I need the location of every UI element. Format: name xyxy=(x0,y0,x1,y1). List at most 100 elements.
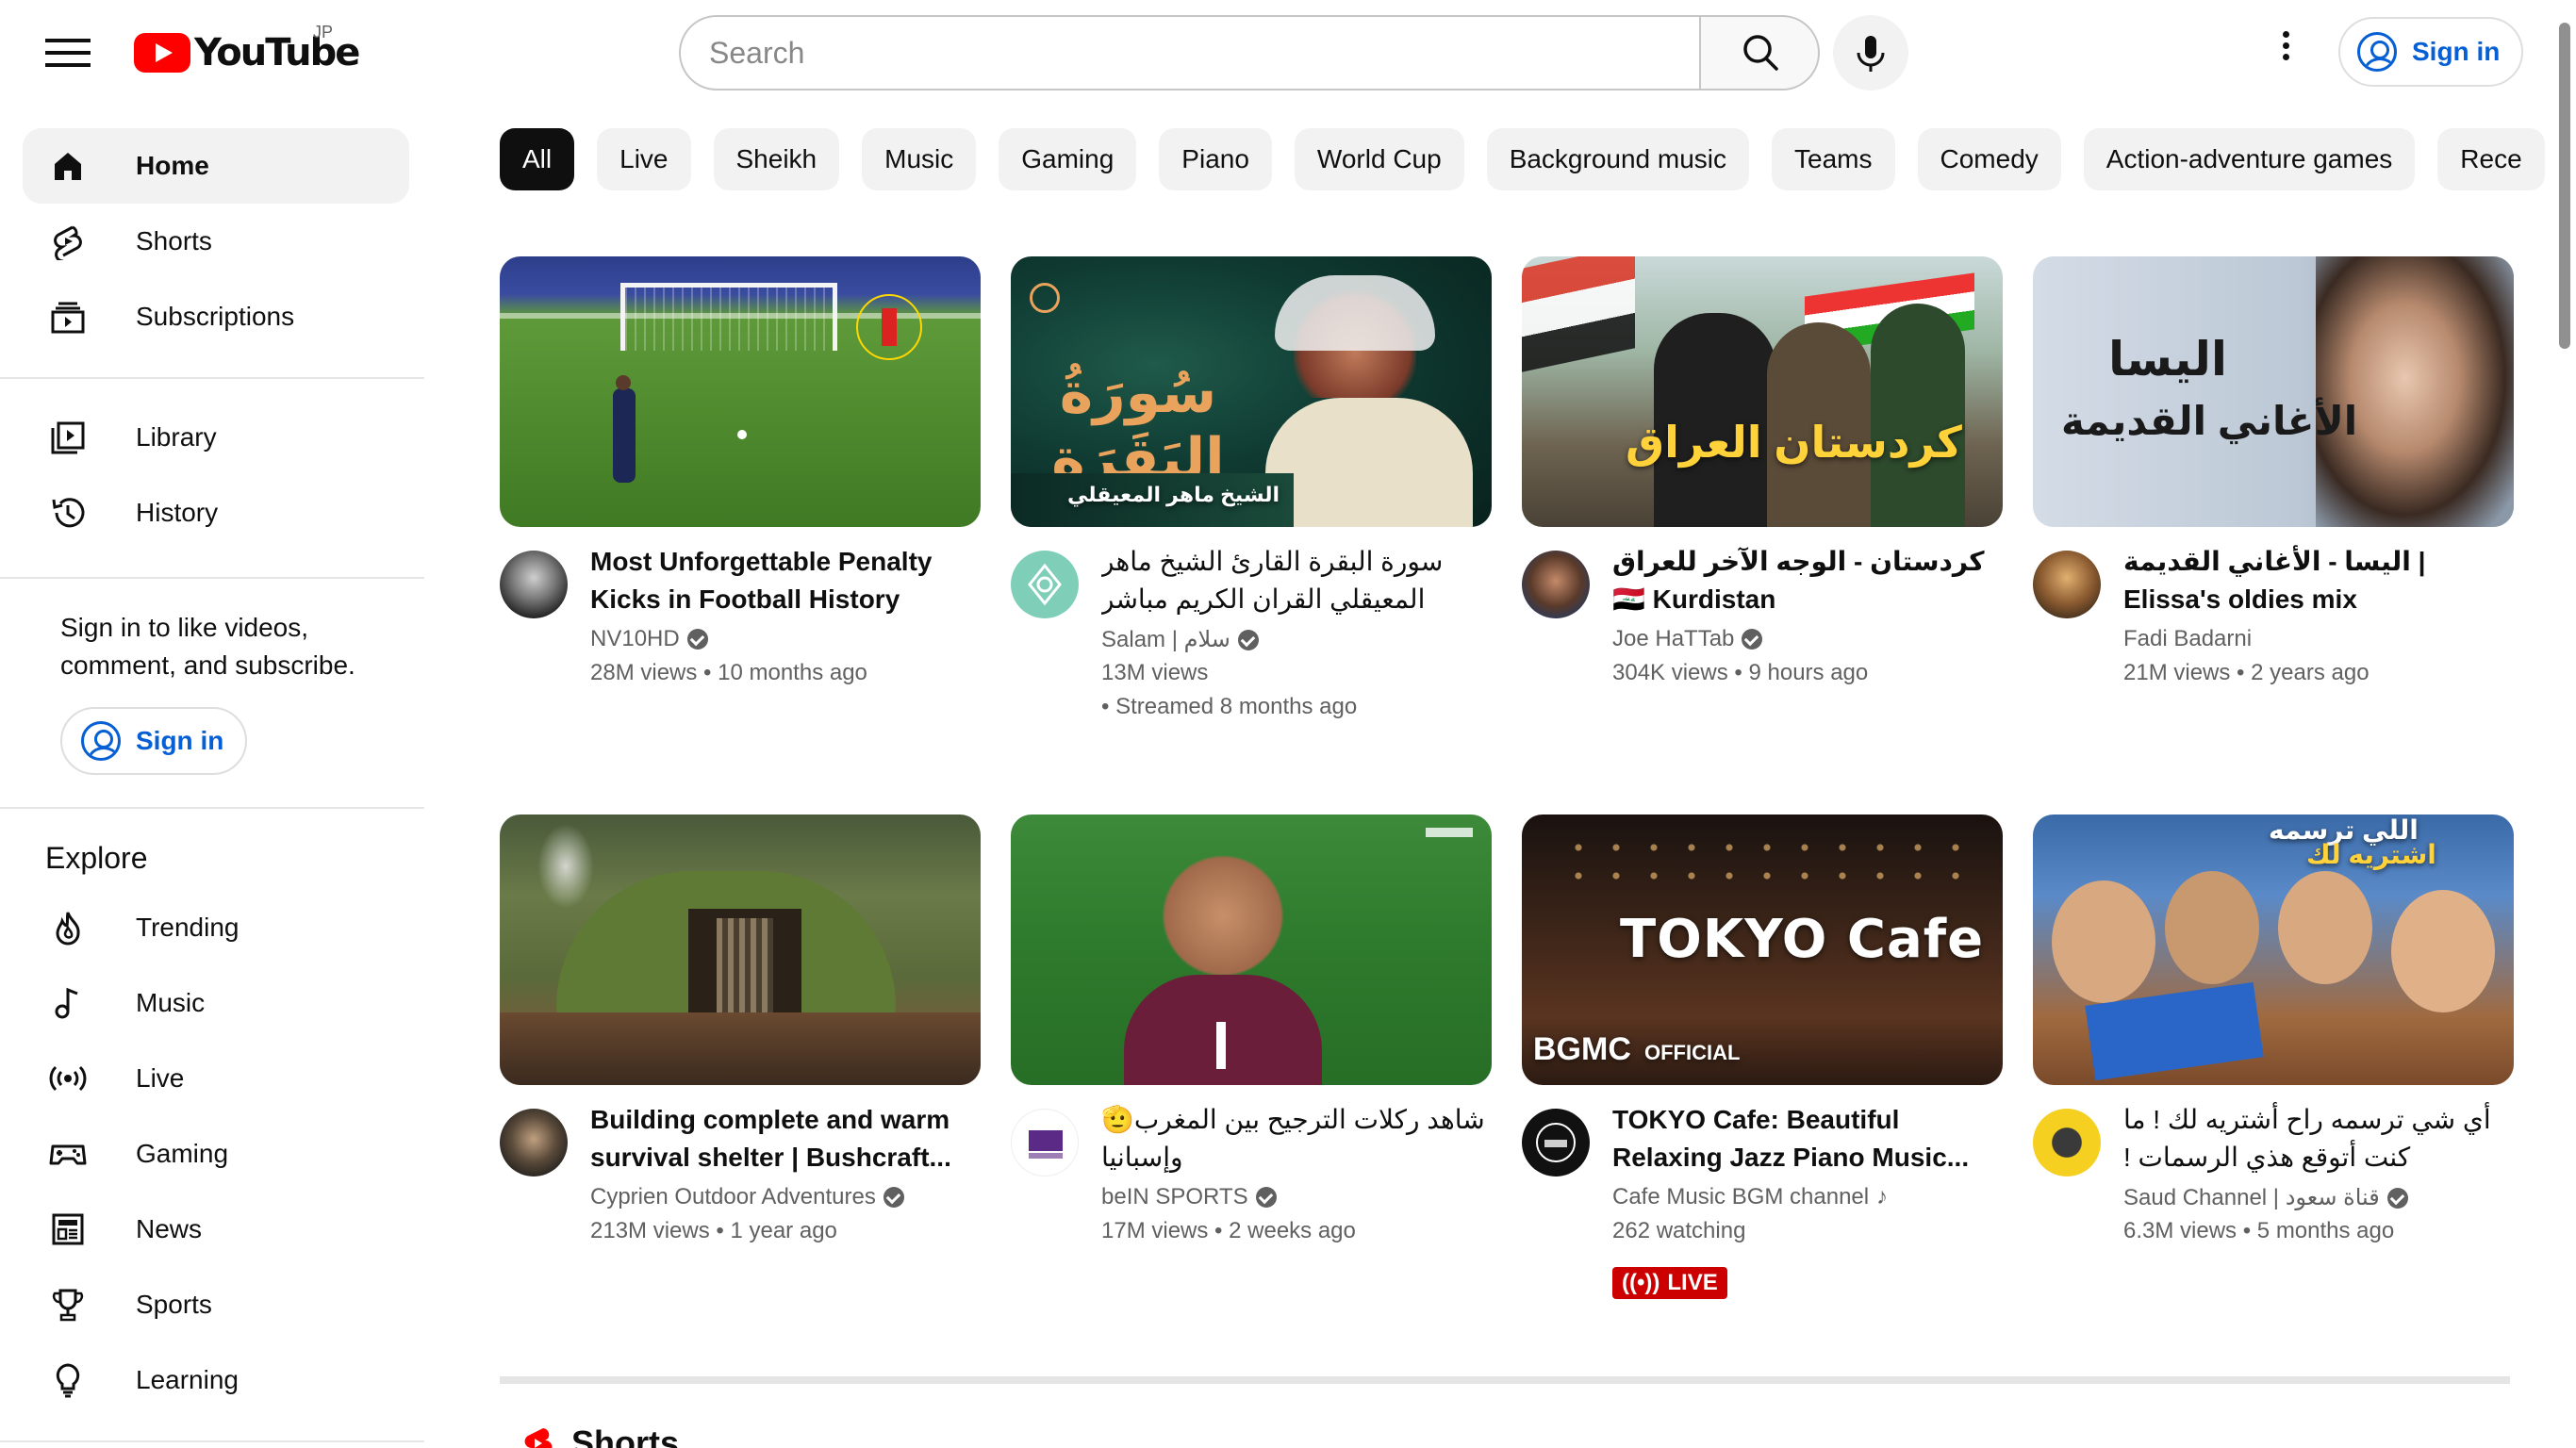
video-card[interactable]: شاهد ركلات الترجيح بين المغرب🫡 وإسبانيا … xyxy=(1011,814,1492,1243)
sidebar-item-label: Gaming xyxy=(136,1139,229,1168)
video-thumbnail[interactable]: اللي ترسمه اشتريه لك xyxy=(2033,814,2514,1085)
video-thumbnail[interactable] xyxy=(500,256,981,527)
video-meta: • Streamed 8 months ago xyxy=(1101,694,1358,719)
thumbnail-subtitle: الأغاني القديمة xyxy=(2061,399,2358,443)
sidebar-item-library[interactable]: Library xyxy=(23,400,409,475)
channel-avatar[interactable] xyxy=(1011,1109,1079,1176)
video-title[interactable]: اليسا - الأغاني القديمة | Elissa's oldie… xyxy=(2123,543,2510,618)
video-title[interactable]: TOKYO Cafe: Beautiful Relaxing Jazz Pian… xyxy=(1612,1101,1999,1176)
gaming-icon xyxy=(47,1133,89,1175)
chip-teams[interactable]: Teams xyxy=(1772,128,1895,190)
video-title[interactable]: Building complete and warm survival shel… xyxy=(590,1101,977,1176)
music-icon xyxy=(47,982,89,1024)
voice-search-button[interactable] xyxy=(1833,15,1908,90)
channel-name[interactable]: Salam | سلام xyxy=(1101,626,1259,653)
channel-avatar[interactable] xyxy=(1522,551,1590,618)
video-title[interactable]: سورة البقرة القارئ الشيخ ماهر المعيقلي ا… xyxy=(1101,543,1488,618)
video-thumbnail[interactable] xyxy=(500,814,981,1085)
video-meta: 21M views • 2 years ago xyxy=(2123,660,2370,685)
video-title[interactable]: شاهد ركلات الترجيح بين المغرب🫡 وإسبانيا xyxy=(1101,1101,1488,1176)
sidebar-item-home[interactable]: Home xyxy=(23,128,409,204)
video-card[interactable]: Building complete and warm survival shel… xyxy=(500,814,981,1243)
search-input[interactable] xyxy=(679,15,1699,90)
live-broadcast-icon: ((•)) xyxy=(1622,1270,1660,1295)
channel-avatar[interactable] xyxy=(2033,1109,2101,1176)
shorts-logo-icon xyxy=(524,1428,553,1448)
search-button[interactable] xyxy=(1699,15,1820,90)
sidebar-sign-in-button[interactable]: Sign in xyxy=(60,707,247,775)
video-thumbnail[interactable]: سُورَةُ البَقَرَة الشيخ ماهر المعيقلي xyxy=(1011,256,1492,527)
news-icon xyxy=(47,1209,89,1250)
video-thumbnail[interactable] xyxy=(1011,814,1492,1085)
video-title[interactable]: Most Unforgettable Penalty Kicks in Foot… xyxy=(590,543,977,618)
channel-name[interactable]: Cafe Music BGM channel ♪ xyxy=(1612,1184,1888,1210)
sidebar-item-live[interactable]: Live xyxy=(23,1041,409,1116)
video-title[interactable]: أي شي ترسمه راح أشتريه لك ! ما كنت أتوقع… xyxy=(2123,1101,2510,1176)
sidebar-item-gaming[interactable]: Gaming xyxy=(23,1116,409,1192)
video-card[interactable]: سُورَةُ البَقَرَة الشيخ ماهر المعيقلي سو… xyxy=(1011,256,1492,719)
channel-name[interactable]: NV10HD xyxy=(590,626,708,652)
menu-icon[interactable] xyxy=(41,32,94,72)
sidebar-item-label: Live xyxy=(136,1063,185,1093)
channel-avatar[interactable] xyxy=(500,1109,568,1176)
video-thumbnail[interactable]: اليسا الأغاني القديمة xyxy=(2033,256,2514,527)
chip-music[interactable]: Music xyxy=(862,128,977,190)
sidebar-item-sports[interactable]: Sports xyxy=(23,1267,409,1342)
thumbnail-title: TOKYO Cafe xyxy=(1620,909,1985,970)
chip-all[interactable]: All xyxy=(500,128,575,190)
chip-comedy[interactable]: Comedy xyxy=(1917,128,2061,190)
chip-action-adventure-games[interactable]: Action-adventure games xyxy=(2083,128,2416,190)
channel-name-text: Fadi Badarni xyxy=(2123,626,2253,651)
sidebar-item-music[interactable]: Music xyxy=(23,965,409,1041)
video-card[interactable]: كردستان العراق كردستان - الوجه الآخر للع… xyxy=(1522,256,2003,685)
lightbulb-icon xyxy=(47,1359,89,1401)
section-divider xyxy=(500,1376,2510,1384)
channel-avatar[interactable] xyxy=(2033,551,2101,618)
chip-background-music[interactable]: Background music xyxy=(1486,128,1750,190)
view-count: 6.3M views xyxy=(2123,1218,2237,1243)
channel-avatar[interactable] xyxy=(500,551,568,618)
video-title[interactable]: كردستان - الوجه الآخر للعراق 🇮🇶 Kurdista… xyxy=(1612,543,1999,618)
channel-avatar[interactable] xyxy=(1522,1109,1590,1176)
chip-sheikh[interactable]: Sheikh xyxy=(713,128,840,190)
upload-age: 5 months ago xyxy=(2256,1218,2395,1243)
video-thumbnail[interactable]: TOKYO Cafe BGMC OFFICIAL xyxy=(1522,814,2003,1085)
sidebar-item-label: Subscriptions xyxy=(136,302,295,331)
video-card[interactable]: TOKYO Cafe BGMC OFFICIAL TOKYO Cafe: Bea… xyxy=(1522,814,2003,1243)
sign-in-prompt: Sign in to like videos, comment, and sub… xyxy=(60,613,355,680)
channel-avatar[interactable] xyxy=(1011,551,1079,618)
channel-name[interactable]: Joe HaTTab xyxy=(1612,626,1763,652)
page-scrollbar[interactable] xyxy=(2559,23,2570,349)
video-thumbnail[interactable]: كردستان العراق xyxy=(1522,256,2003,527)
sidebar-item-trending[interactable]: Trending xyxy=(23,890,409,965)
sidebar-item-learning[interactable]: Learning xyxy=(23,1342,409,1418)
sidebar-item-history[interactable]: History xyxy=(23,475,409,551)
sidebar-item-shorts[interactable]: Shorts xyxy=(23,204,409,279)
upload-age: 2 weeks ago xyxy=(1229,1218,1356,1243)
video-card[interactable]: اليسا الأغاني القديمة اليسا - الأغاني ال… xyxy=(2033,256,2514,685)
verified-badge-icon xyxy=(883,1187,904,1208)
video-card[interactable]: Most Unforgettable Penalty Kicks in Foot… xyxy=(500,256,981,685)
view-count: 262 watching xyxy=(1612,1218,1746,1243)
search-icon xyxy=(1743,35,1778,71)
video-card[interactable]: اللي ترسمه اشتريه لك أي شي ترسمه راح أشت… xyxy=(2033,814,2514,1243)
chip-recent[interactable]: Rece xyxy=(2437,128,2545,190)
sign-in-button[interactable]: Sign in xyxy=(2338,17,2523,87)
sidebar-item-label: Trending xyxy=(136,913,239,942)
chip-gaming[interactable]: Gaming xyxy=(999,128,1137,190)
channel-name[interactable]: Fadi Badarni xyxy=(2123,626,2252,652)
sidebar-item-subscriptions[interactable]: Subscriptions xyxy=(23,279,409,354)
view-count: 28M views xyxy=(590,660,698,685)
live-badge: ((•)) LIVE xyxy=(1612,1267,1727,1299)
settings-more-icon[interactable] xyxy=(2259,26,2312,79)
channel-name[interactable]: Saud Channel | قناة سعود xyxy=(2123,1184,2408,1211)
channel-name[interactable]: beIN SPORTS xyxy=(1101,1184,1277,1210)
chip-world-cup[interactable]: World Cup xyxy=(1294,128,1464,190)
chip-piano[interactable]: Piano xyxy=(1159,128,1272,190)
channel-name[interactable]: Cyprien Outdoor Adventures xyxy=(590,1184,904,1210)
upload-age: 2 years ago xyxy=(2251,660,2370,685)
sidebar-item-news[interactable]: News xyxy=(23,1192,409,1267)
sign-in-label: Sign in xyxy=(136,726,224,755)
chip-live[interactable]: Live xyxy=(597,128,691,190)
history-icon xyxy=(47,492,89,534)
